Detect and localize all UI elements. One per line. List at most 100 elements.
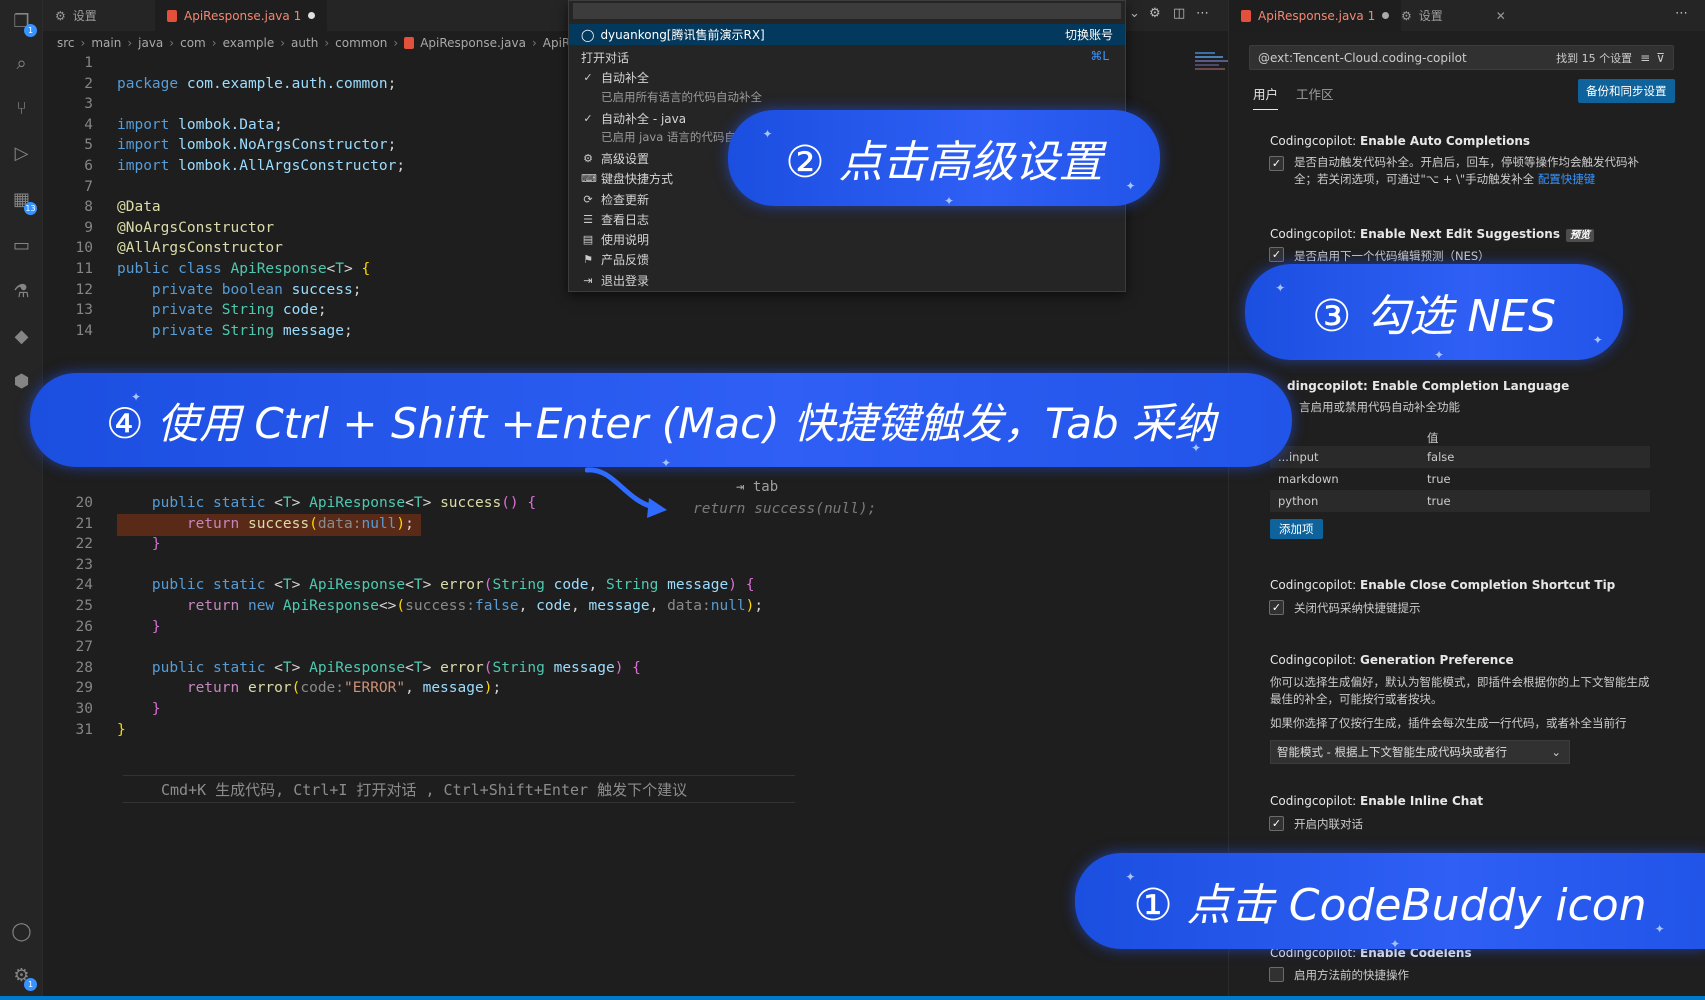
code-text: import lombok.AllArgsConstructor; (117, 158, 406, 174)
minimap[interactable] (1193, 50, 1233, 90)
code-line[interactable]: 25 return new ApiResponse<>(success:fals… (43, 595, 1228, 617)
menu-item-check-updates[interactable]: ⟳ 检查更新 (581, 191, 649, 208)
line-number: 24 (75, 577, 93, 594)
line-number: 27 (75, 639, 93, 656)
add-item-button[interactable]: 添加项 (1270, 519, 1323, 539)
tab-apiresponse[interactable]: ApiResponse.java 1 (155, 0, 328, 31)
menu-item-open-chat[interactable]: 打开对话 (581, 49, 629, 66)
auto-completions-checkbox[interactable]: ✓ (1269, 156, 1284, 171)
breadcrumb-separator-icon: › (393, 36, 399, 50)
sparkle-icon: ✦ (944, 194, 955, 209)
extensions-icon[interactable]: ▦ 13 (8, 186, 37, 215)
code-line[interactable]: 22 } (43, 533, 1228, 555)
tab-settings-right[interactable]: ⚙ 设置 ✕ (1389, 0, 1518, 31)
source-control-icon[interactable]: ⑂ (8, 95, 35, 122)
breadcrumb-item[interactable]: src (57, 36, 75, 50)
breadcrumb-item[interactable]: common (335, 36, 387, 50)
tab-user[interactable]: 用户 (1253, 84, 1279, 110)
sparkle-icon: ✦ (1592, 333, 1603, 348)
menu-item-feedback[interactable]: ⚑ 产品反馈 (581, 251, 649, 268)
sparkle-icon: ✦ (1434, 348, 1445, 363)
code-text: public static <T> ApiResponse<T> success… (151, 495, 537, 511)
setting-title-completion-language: dingcopilot: Enable Completion Language (1287, 379, 1570, 393)
line-number: 23 (75, 556, 93, 573)
code-text: private boolean success; (151, 281, 362, 298)
sparkle-icon: ✦ (1125, 870, 1136, 885)
table-row[interactable]: python true (1270, 490, 1650, 512)
pointer-arrow-icon (585, 467, 667, 518)
close-tip-checkbox[interactable]: ✓ (1269, 600, 1284, 615)
more-icon[interactable]: ⋯ (1196, 6, 1209, 21)
menu-item-instructions[interactable]: ▤ 使用说明 (581, 231, 649, 248)
codelens-checkbox[interactable] (1269, 967, 1284, 982)
menu-item-keyboard-shortcuts[interactable]: ⌨ 键盘快捷方式 (581, 170, 673, 187)
filter-list-icon[interactable]: ≡ (1640, 51, 1650, 65)
code-line[interactable]: 29 return error(code:"ERROR", message); (43, 677, 1228, 699)
activity-bar: ❐ 1 ⌕ ⑂ ▷ ▦ 13 ▭ ⚗ ◆ ⬢ ◯ ⚙ 1 (0, 0, 43, 1000)
line-number: 29 (75, 680, 93, 697)
search-icon[interactable]: ⌕ (8, 50, 35, 77)
code-line[interactable]: 31} (43, 719, 1228, 741)
codebuddy-icon[interactable]: ◆ (8, 323, 35, 350)
inline-chat-checkbox[interactable]: ✓ (1269, 816, 1284, 831)
code-line[interactable]: 13 private String code; (43, 299, 1228, 321)
code-line[interactable]: 30 } (43, 698, 1228, 720)
settings-search-input[interactable]: @ext:Tencent-Cloud.coding-copilot 找到 15 … (1249, 45, 1674, 70)
testing-icon[interactable]: ⚗ (8, 278, 35, 305)
breadcrumb-item[interactable]: ApiResponse.java (420, 36, 526, 50)
menu-account-row[interactable]: ◯ dyuankong[腾讯售前演示RX] 切换账号 (569, 24, 1125, 45)
code-text: private String message; (151, 322, 353, 339)
code-line[interactable]: 24 public static <T> ApiResponse<T> erro… (43, 574, 1228, 596)
filter-icon[interactable]: ⊽ (1656, 51, 1665, 65)
manage-gear-icon[interactable]: ⚙ 1 (8, 962, 37, 991)
account-icon[interactable]: ◯ (8, 918, 35, 945)
line-number: 14 (75, 322, 93, 339)
close-icon[interactable]: ✕ (1496, 9, 1506, 23)
chevron-down-icon[interactable]: ⌄ (1129, 6, 1140, 21)
breadcrumb-item[interactable]: java (138, 36, 163, 50)
menu-item-advanced-settings[interactable]: ⚙ 高级设置 (581, 150, 649, 167)
breadcrumb-item[interactable]: com (180, 36, 206, 50)
next-edit-checkbox[interactable]: ✓ (1269, 247, 1284, 262)
setting-desc-generation-pref-2: 如果你选择了仅按行生成，插件会每次生成一行代码，或者补全当前行 (1270, 716, 1627, 730)
table-row[interactable]: markdown true (1270, 468, 1650, 490)
explorer-icon[interactable]: ❐ 1 (8, 8, 37, 37)
more-icon[interactable]: ⋯ (1675, 6, 1688, 21)
configure-shortcut-link[interactable]: 配置快捷键 (1538, 172, 1596, 186)
switch-account-link[interactable]: 切换账号 (1065, 26, 1113, 43)
breadcrumb-item[interactable]: example (223, 36, 275, 50)
split-editor-icon[interactable]: ◫ (1173, 6, 1185, 21)
line-number: 13 (75, 302, 93, 319)
tab-settings[interactable]: ⚙ 设置 (43, 0, 153, 31)
code-line[interactable]: 14 private String message; (43, 320, 1228, 342)
keyboard-icon: ⌨ (581, 172, 597, 185)
inline-chat-label: 开启内联对话 (1294, 817, 1363, 831)
menu-filter-input[interactable] (573, 3, 1121, 19)
menu-item-logout[interactable]: ⇥ 退出登录 (581, 272, 649, 289)
breadcrumb-separator-icon: › (280, 36, 286, 50)
table-header: 值 (1427, 431, 1439, 445)
plugin-icon[interactable]: ⬢ (8, 368, 35, 395)
run-debug-icon[interactable]: ▷ (8, 140, 35, 167)
menu-item-autocomplete-java[interactable]: ✓ 自动补全 - java (581, 110, 686, 127)
code-line[interactable]: 26 } (43, 616, 1228, 638)
code-line[interactable]: 27 (43, 636, 1228, 658)
breadcrumb-item[interactable]: main (91, 36, 121, 50)
code-text: import lombok.Data; (117, 116, 283, 133)
breadcrumb-item[interactable]: auth (291, 36, 318, 50)
modified-dot-icon (308, 12, 316, 19)
remote-explorer-icon[interactable]: ▭ (8, 232, 35, 259)
menu-item-autocomplete[interactable]: ✓ 自动补全 (581, 69, 649, 86)
code-text: public class ApiResponse<T> { (117, 261, 371, 277)
code-text: package com.example.auth.common; (117, 75, 397, 92)
code-line[interactable]: 28 public static <T> ApiResponse<T> erro… (43, 657, 1228, 679)
table-row[interactable]: ...input false (1270, 446, 1650, 468)
menu-item-view-logs[interactable]: ☰ 查看日志 (581, 211, 649, 228)
gear-icon[interactable]: ⚙ (1149, 6, 1161, 21)
code-line[interactable]: 23 (43, 554, 1228, 576)
backup-sync-button[interactable]: 备份和同步设置 (1578, 79, 1675, 103)
generation-preference-select[interactable]: 智能模式 - 根据上下文智能生成代码块或者行 ⌄ (1270, 740, 1570, 764)
tab-apiresponse-right[interactable]: ApiResponse.java 1 (1229, 0, 1402, 31)
tab-workspace[interactable]: 工作区 (1296, 84, 1334, 110)
breadcrumb-separator-icon: › (169, 36, 175, 50)
